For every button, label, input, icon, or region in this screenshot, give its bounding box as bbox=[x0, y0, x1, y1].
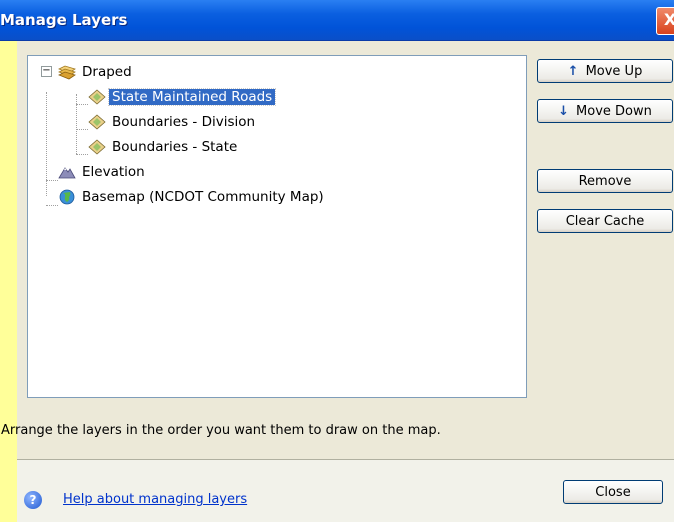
move-down-label: Move Down bbox=[576, 103, 652, 119]
layer-tree[interactable]: − Draped State Maintained Roads Boundari… bbox=[27, 55, 527, 398]
tree-node-label: Boundaries - Division bbox=[112, 114, 256, 130]
layer-diamond-icon bbox=[88, 89, 106, 105]
tree-connector bbox=[46, 180, 58, 181]
title-bar: Manage Layers X bbox=[0, 0, 674, 41]
globe-icon bbox=[59, 189, 75, 205]
tree-node-label: State Maintained Roads bbox=[107, 88, 277, 106]
clear-cache-button[interactable]: Clear Cache bbox=[537, 209, 673, 233]
remove-button[interactable]: Remove bbox=[537, 169, 673, 193]
tree-connector bbox=[76, 104, 88, 105]
tree-node-elevation[interactable]: Elevation bbox=[58, 162, 148, 182]
tree-node-label: Elevation bbox=[82, 164, 145, 180]
move-up-button[interactable]: ↑ Move Up bbox=[537, 59, 673, 83]
close-button[interactable]: Close bbox=[563, 480, 663, 504]
help-icon[interactable]: ? bbox=[24, 491, 42, 509]
folder-layers-icon bbox=[58, 65, 76, 80]
collapse-toggle-draped[interactable]: − bbox=[41, 66, 52, 77]
dialog-body: − Draped State Maintained Roads Boundari… bbox=[1, 41, 674, 522]
tree-connector bbox=[76, 94, 77, 154]
tree-node-draped[interactable]: Draped bbox=[58, 62, 135, 82]
instructions-text: Arrange the layers in the order you want… bbox=[1, 423, 441, 438]
close-window-button[interactable]: X bbox=[656, 7, 674, 35]
arrow-down-icon: ↓ bbox=[558, 103, 570, 119]
mountain-icon bbox=[58, 167, 76, 179]
tree-node-label: Draped bbox=[82, 64, 132, 80]
tree-node-basemap[interactable]: Basemap (NCDOT Community Map) bbox=[58, 187, 327, 207]
arrow-up-icon: ↑ bbox=[567, 63, 579, 79]
window-title: Manage Layers bbox=[0, 11, 128, 29]
tree-node-state-maintained-roads[interactable]: State Maintained Roads bbox=[88, 87, 277, 107]
layer-diamond-icon bbox=[88, 114, 106, 130]
tree-node-boundaries-state[interactable]: Boundaries - State bbox=[88, 137, 240, 157]
dialog-footer: ? Help about managing layers Close bbox=[17, 459, 674, 522]
move-down-button[interactable]: ↓ Move Down bbox=[537, 99, 673, 123]
layer-diamond-icon bbox=[88, 139, 106, 155]
tree-connector bbox=[76, 129, 88, 130]
tree-connector bbox=[46, 205, 58, 206]
tree-connector bbox=[76, 154, 88, 155]
move-up-label: Move Up bbox=[585, 63, 643, 79]
tree-node-label: Basemap (NCDOT Community Map) bbox=[82, 189, 324, 205]
help-link[interactable]: Help about managing layers bbox=[63, 492, 247, 507]
tree-node-label: Boundaries - State bbox=[112, 139, 238, 155]
tree-node-boundaries-division[interactable]: Boundaries - Division bbox=[88, 112, 258, 132]
